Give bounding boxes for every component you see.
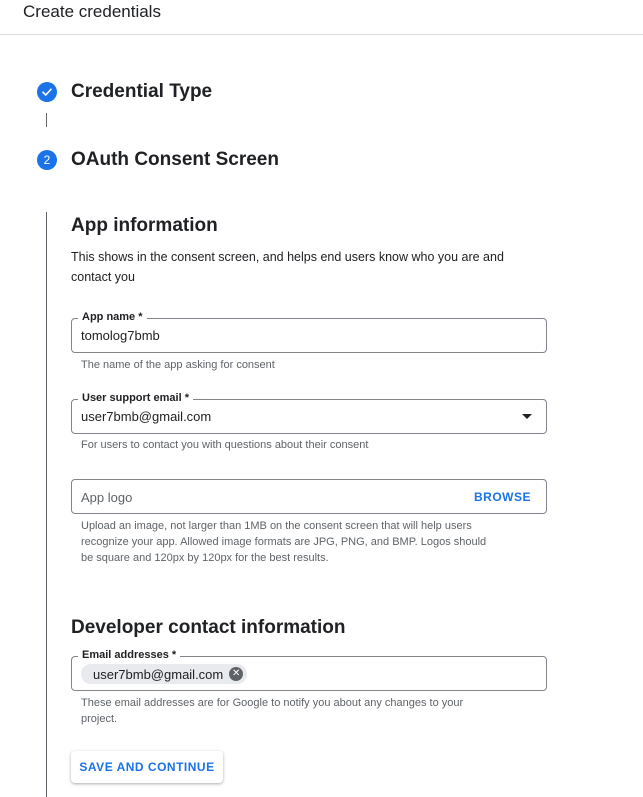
app-name-hint: The name of the app asking for consent bbox=[81, 359, 275, 371]
user-support-email-select[interactable]: User support email * user7bmb@gmail.com bbox=[71, 391, 547, 434]
step-content-line bbox=[46, 212, 47, 797]
app-information-title: App information bbox=[71, 215, 218, 236]
email-addresses-label: Email addresses * bbox=[78, 648, 181, 662]
email-addresses-field[interactable]: Email addresses * user7bmb@gmail.com ✕ bbox=[71, 648, 547, 691]
app-name-input[interactable]: tomolog7bmb bbox=[81, 328, 160, 343]
user-support-email-hint: For users to contact you with questions … bbox=[81, 439, 369, 451]
user-support-email-label: User support email * bbox=[78, 391, 193, 405]
app-logo-field[interactable]: App logo BROWSE bbox=[71, 479, 547, 514]
email-addresses-hint: These email addresses are for Google to … bbox=[81, 697, 464, 725]
browse-button[interactable]: BROWSE bbox=[474, 490, 531, 504]
dropdown-arrow-icon[interactable] bbox=[522, 414, 532, 419]
app-logo-placeholder: App logo bbox=[81, 490, 133, 505]
step-credential-type[interactable]: Credential Type bbox=[71, 81, 212, 103]
page-title: Create credentials bbox=[23, 2, 161, 21]
email-chip: user7bmb@gmail.com ✕ bbox=[81, 664, 248, 684]
app-information-description: This shows in the consent screen, and he… bbox=[71, 250, 504, 284]
developer-contact-title: Developer contact information bbox=[71, 617, 346, 638]
check-icon bbox=[42, 88, 52, 96]
step-oauth-consent-screen[interactable]: OAuth Consent Screen bbox=[71, 149, 279, 171]
save-and-continue-button[interactable]: SAVE AND CONTINUE bbox=[71, 751, 223, 783]
app-name-field[interactable]: App name * tomolog7bmb bbox=[71, 310, 547, 353]
step-connector bbox=[46, 113, 47, 127]
app-name-label: App name * bbox=[78, 310, 147, 324]
remove-chip-icon[interactable]: ✕ bbox=[229, 667, 244, 681]
page-header: Create credentials bbox=[0, 0, 643, 35]
email-chip-label: user7bmb@gmail.com bbox=[93, 666, 224, 682]
app-logo-hint: Upload an image, not larger than 1MB on … bbox=[81, 520, 487, 564]
step-complete-check-icon bbox=[37, 82, 57, 102]
user-support-email-value: user7bmb@gmail.com bbox=[81, 409, 212, 424]
step-number-badge: 2 bbox=[37, 150, 57, 170]
